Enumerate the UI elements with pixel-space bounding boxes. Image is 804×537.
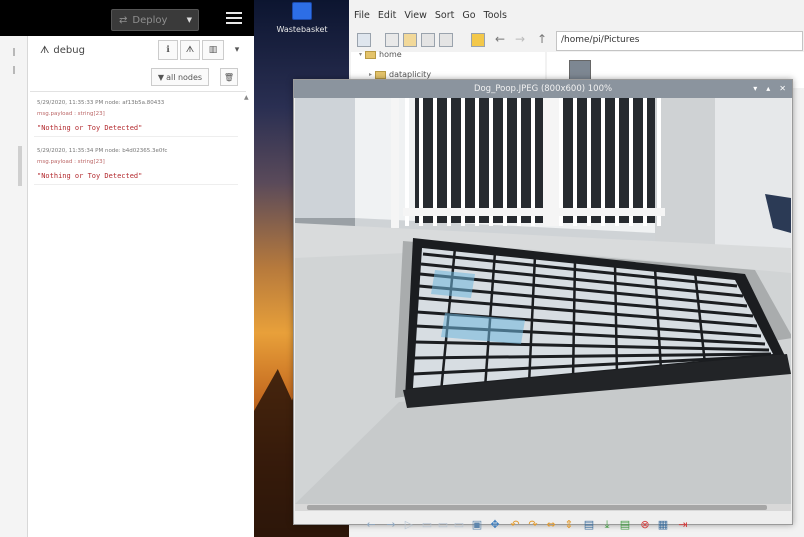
resize-handle[interactable] — [18, 146, 22, 186]
folder-icon — [365, 50, 377, 59]
menu-edit[interactable]: Edit — [378, 10, 396, 21]
menu-sort[interactable]: Sort — [435, 10, 454, 21]
preferences-icon[interactable]: ▦ — [656, 518, 670, 532]
deploy-label: Deploy — [132, 14, 168, 26]
flip-vertical-icon[interactable]: ⇕ — [562, 518, 576, 532]
viewer-toolbar: ← → ▷ ▭ ▭ ▭ ▣ ✥ ↶ ↷ ⇔ ⇕ ▤ ⤓ ▤ ⊗ ▦ ⇥ — [294, 496, 792, 531]
save-icon[interactable]: ⤓ — [600, 518, 614, 532]
image-viewer-window: Dog_Poop.JPEG (800x600) 100% ▾ ▴ ✕ ← → ▷… — [293, 79, 793, 531]
new-folder-icon[interactable] — [471, 33, 485, 47]
filter-label: all nodes — [166, 72, 203, 82]
trash-icon — [292, 2, 312, 20]
filter-nodes-button[interactable]: ▼ all nodes — [151, 68, 209, 86]
message-payload-type[interactable]: msg.payload : string[23] — [37, 159, 235, 165]
flip-horizontal-icon[interactable]: ⇔ — [544, 518, 558, 532]
open-file-icon[interactable]: ▤ — [582, 518, 596, 532]
message-payload-type[interactable]: msg.payload : string[23] — [37, 111, 235, 117]
delete-icon[interactable]: ⊗ — [638, 518, 652, 532]
menubar: File Edit View Sort Go Tools — [349, 0, 804, 30]
menu-go[interactable]: Go — [462, 10, 475, 21]
debug-tab-button[interactable]: ᗑ — [180, 40, 200, 60]
clear-log-button[interactable]: 🗑 — [220, 68, 238, 86]
forward-arrow-icon[interactable]: → — [515, 32, 525, 46]
tree-item-label: dataplicity — [389, 70, 432, 79]
maximize-icon[interactable]: ▴ — [766, 80, 770, 98]
viewer-titlebar[interactable]: Dog_Poop.JPEG (800x600) 100% ▾ ▴ ✕ — [294, 80, 792, 98]
trash-icon: 🗑 — [223, 72, 235, 82]
viewer-title: Dog_Poop.JPEG (800x600) 100% — [473, 84, 613, 94]
chevron-down-icon[interactable]: ▾ — [359, 51, 362, 58]
chevron-right-icon[interactable]: ▸ — [369, 71, 372, 78]
wastebasket-label: Wastebasket — [276, 25, 328, 34]
icon-view-icon[interactable] — [385, 33, 399, 47]
sidebar-menu-chevron-icon[interactable]: ▾ — [228, 40, 246, 60]
rotate-right-icon[interactable]: ↷ — [526, 518, 540, 532]
menu-file[interactable]: File — [354, 10, 370, 21]
wastebasket-desktop-icon[interactable]: Wastebasket — [276, 2, 328, 34]
bug-icon: ᗑ — [40, 44, 50, 56]
debug-scrollbar[interactable]: ▲ — [244, 94, 252, 204]
tree-item-label: home — [379, 50, 402, 59]
tree-item-dataplicity[interactable]: ▸ dataplicity — [369, 70, 431, 79]
tab-debug-label: debug — [53, 44, 85, 56]
save-as-icon[interactable]: ▤ — [618, 518, 632, 532]
deploy-icon: ⇄ — [119, 14, 128, 26]
list-view-icon[interactable] — [439, 33, 453, 47]
message-value: "Nothing or Toy Detected" — [37, 124, 143, 132]
close-icon[interactable]: ✕ — [779, 80, 786, 98]
fit-icon[interactable]: ▭ — [452, 518, 466, 532]
file-manager-toolbar: ← → ↑ /home/pi/Pictures — [349, 30, 804, 52]
minimize-icon[interactable]: ▾ — [753, 80, 757, 98]
photo-dog-tray — [295, 98, 791, 504]
deploy-dropdown-icon[interactable]: ▼ — [187, 16, 192, 24]
quit-icon[interactable]: ⇥ — [676, 518, 690, 532]
rotate-left-icon[interactable]: ↶ — [508, 518, 522, 532]
back-arrow-icon[interactable]: ← — [495, 32, 505, 46]
debug-sidebar: ᗑ debug ℹ ᗑ ▥ ▾ ▼ all nodes 🗑 5/29/2020,… — [30, 36, 254, 537]
next-arrow-icon[interactable]: → — [384, 518, 398, 532]
zoom-out-icon[interactable]: ▭ — [420, 518, 434, 532]
menu-tools[interactable]: Tools — [484, 10, 507, 21]
filter-icon: ▼ — [157, 72, 165, 82]
prev-arrow-icon[interactable]: ← — [364, 518, 378, 532]
nodered-header: ⇄ Deploy ▼ — [0, 0, 254, 36]
main-menu-button[interactable] — [224, 9, 244, 29]
divider — [13, 48, 15, 56]
menu-view[interactable]: View — [404, 10, 427, 21]
sidebar-toggle-icon[interactable] — [357, 33, 371, 47]
up-arrow-icon[interactable]: ↑ — [537, 32, 547, 46]
photo-scene — [295, 98, 791, 504]
message-value: "Nothing or Toy Detected" — [37, 172, 143, 180]
original-size-icon[interactable]: ▣ — [470, 518, 484, 532]
folder-icon — [375, 70, 387, 79]
debug-toolbar: ▼ all nodes 🗑 — [30, 66, 246, 92]
info-tab-button[interactable]: ℹ — [158, 40, 178, 60]
workspace-edge — [0, 36, 28, 537]
deploy-button[interactable]: ⇄ Deploy ▼ — [111, 9, 199, 31]
debug-message: 5/29/2020, 11:35:34 PM node: b4d02365.3e… — [34, 144, 238, 185]
debug-message: 5/29/2020, 11:35:33 PM node: af13b5a.804… — [34, 96, 238, 137]
divider — [13, 66, 15, 74]
nodered-panel: ⇄ Deploy ▼ ᗑ debug ℹ ᗑ ▥ ▾ ▼ all nodes 🗑 — [0, 0, 254, 537]
message-meta: 5/29/2020, 11:35:34 PM node: b4d02365.3e… — [37, 148, 168, 154]
play-icon[interactable]: ▷ — [402, 518, 416, 532]
scroll-up-icon[interactable]: ▲ — [244, 94, 252, 101]
tree-item-home[interactable]: ▾ home — [359, 50, 402, 59]
path-input[interactable]: /home/pi/Pictures — [556, 31, 803, 51]
message-meta: 5/29/2020, 11:35:33 PM node: af13b5a.804… — [37, 100, 165, 106]
fullscreen-icon[interactable]: ✥ — [488, 518, 502, 532]
dashboard-tab-button[interactable]: ▥ — [202, 40, 224, 60]
thumbnail-view-icon[interactable] — [403, 33, 417, 47]
zoom-in-icon[interactable]: ▭ — [436, 518, 450, 532]
window-controls: ▾ ▴ ✕ — [753, 80, 786, 98]
compact-view-icon[interactable] — [421, 33, 435, 47]
tab-debug[interactable]: ᗑ debug — [34, 38, 152, 62]
